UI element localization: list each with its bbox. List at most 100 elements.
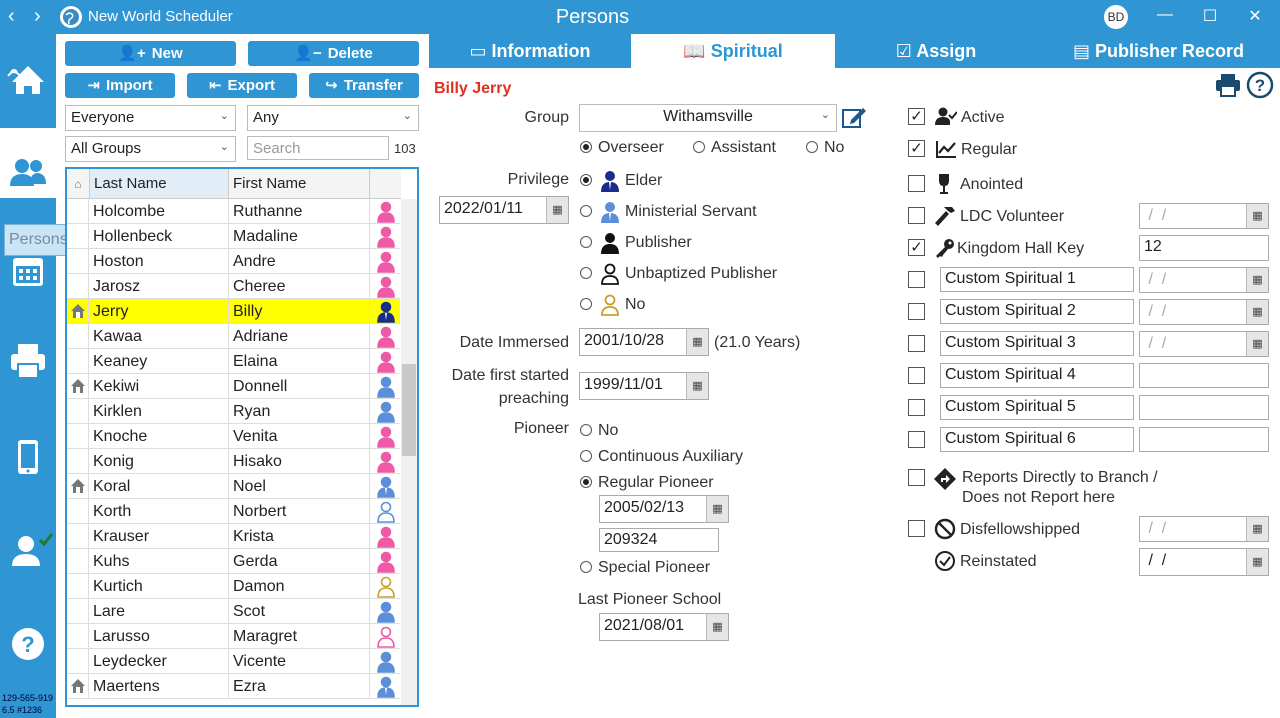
sidebar-item-persons[interactable] xyxy=(0,128,56,198)
sidebar-item-print[interactable] xyxy=(0,332,56,402)
kh-key-checkbox[interactable]: ✓ xyxy=(908,239,925,256)
disfellowshipped-checkbox[interactable] xyxy=(908,520,925,537)
custom-spiritual-date-field[interactable]: / / ▦ xyxy=(1139,267,1269,293)
custom-spiritual-name-field[interactable]: Custom Spiritual 5 xyxy=(940,395,1134,420)
table-row[interactable]: Korth Norbert xyxy=(67,499,400,524)
pioneer-date-field[interactable]: 2005/02/13 ▦ xyxy=(599,495,729,523)
table-row[interactable]: Kurtich Damon xyxy=(67,574,400,599)
custom-spiritual-name-field[interactable]: Custom Spiritual 3 xyxy=(940,331,1134,356)
table-row[interactable]: Krauser Krista xyxy=(67,524,400,549)
privilege-no-radio[interactable] xyxy=(580,298,592,310)
overseer-radio[interactable] xyxy=(580,141,592,153)
custom-spiritual-name-field[interactable]: Custom Spiritual 1 xyxy=(940,267,1134,292)
table-row[interactable]: Larusso Maragret xyxy=(67,624,400,649)
table-row[interactable]: Maertens Ezra xyxy=(67,674,400,699)
custom-spiritual-checkbox[interactable] xyxy=(908,367,925,384)
tab-spiritual[interactable]: 📖 Spiritual xyxy=(631,34,835,68)
table-row[interactable]: Kirklen Ryan xyxy=(67,399,400,424)
sidebar-item-mobile[interactable] xyxy=(0,426,56,496)
maximize-button[interactable]: ☐ xyxy=(1195,6,1225,26)
first-name-header[interactable]: First Name xyxy=(229,169,370,199)
custom-spiritual-name-field[interactable]: Custom Spiritual 6 xyxy=(940,427,1134,452)
custom-spiritual-value-field[interactable] xyxy=(1139,427,1269,452)
sidebar-item-home[interactable] xyxy=(0,46,56,116)
print-icon[interactable] xyxy=(1214,72,1242,102)
type-column-header[interactable] xyxy=(370,169,401,199)
calendar-icon[interactable]: ▦ xyxy=(1246,332,1268,356)
close-button[interactable]: ✕ xyxy=(1240,6,1270,26)
table-row[interactable]: Lare Scot xyxy=(67,599,400,624)
calendar-icon[interactable]: ▦ xyxy=(686,373,708,399)
table-row[interactable]: Hollenbeck Madaline xyxy=(67,224,400,249)
special-pioneer-radio[interactable] xyxy=(580,561,592,573)
custom-spiritual-date-field[interactable]: / / ▦ xyxy=(1139,331,1269,357)
pioneer-school-date-field[interactable]: 2021/08/01 ▦ xyxy=(599,613,729,641)
publisher-radio[interactable] xyxy=(580,236,592,248)
table-row[interactable]: Kekiwi Donnell xyxy=(67,374,400,399)
delete-button[interactable]: 👤− Delete xyxy=(248,41,419,66)
minimize-button[interactable]: — xyxy=(1150,6,1180,24)
table-row[interactable]: Keaney Elaina xyxy=(67,349,400,374)
tab-publisher-record[interactable]: ▤ Publisher Record xyxy=(1037,34,1280,68)
group-filter-select[interactable]: All Groups ⌄ xyxy=(65,136,236,162)
anointed-checkbox[interactable] xyxy=(908,175,925,192)
regular-checkbox[interactable]: ✓ xyxy=(908,140,925,157)
search-input[interactable]: Search xyxy=(247,136,389,160)
help-icon[interactable]: ? xyxy=(1246,71,1274,103)
reports-branch-checkbox[interactable] xyxy=(908,469,925,486)
table-row[interactable]: Hoston Andre xyxy=(67,249,400,274)
reinstated-date-field[interactable]: / / ▦ xyxy=(1139,548,1269,576)
custom-spiritual-value-field[interactable] xyxy=(1139,395,1269,420)
table-row[interactable]: Konig Hisako xyxy=(67,449,400,474)
elder-radio[interactable] xyxy=(580,174,592,186)
custom-spiritual-name-field[interactable]: Custom Spiritual 4 xyxy=(940,363,1134,388)
regular-pioneer-radio[interactable] xyxy=(580,476,592,488)
table-row[interactable]: Knoche Venita xyxy=(67,424,400,449)
privilege-date-field[interactable]: 2022/01/11 ▦ xyxy=(439,196,569,224)
calendar-icon[interactable]: ▦ xyxy=(686,329,708,355)
pioneer-no-radio[interactable] xyxy=(580,424,592,436)
calendar-icon[interactable]: ▦ xyxy=(1246,204,1268,228)
table-row[interactable]: Kawaa Adriane xyxy=(67,324,400,349)
sidebar-item-users[interactable] xyxy=(0,520,56,590)
assistant-radio[interactable] xyxy=(693,141,705,153)
calendar-icon[interactable]: ▦ xyxy=(706,614,728,640)
ldc-date-field[interactable]: / / ▦ xyxy=(1139,203,1269,229)
tab-assign[interactable]: ☑ Assign xyxy=(835,34,1037,68)
custom-spiritual-checkbox[interactable] xyxy=(908,271,925,288)
ldc-checkbox[interactable] xyxy=(908,207,925,224)
import-button[interactable]: ⇥ Import xyxy=(65,73,175,98)
table-row[interactable]: Jerry Billy xyxy=(67,299,400,324)
sidebar-item-help[interactable]: ? xyxy=(0,614,56,684)
calendar-icon[interactable]: ▦ xyxy=(1246,300,1268,324)
table-row[interactable]: Jarosz Cheree xyxy=(67,274,400,299)
role-no-radio[interactable] xyxy=(806,141,818,153)
custom-spiritual-date-field[interactable]: / / ▦ xyxy=(1139,299,1269,325)
table-row[interactable]: Koral Noel xyxy=(67,474,400,499)
custom-spiritual-value-field[interactable] xyxy=(1139,363,1269,388)
calendar-icon[interactable]: ▦ xyxy=(546,197,568,223)
table-row[interactable]: Kuhs Gerda xyxy=(67,549,400,574)
active-checkbox[interactable]: ✓ xyxy=(908,108,925,125)
filter-who-select[interactable]: Everyone ⌄ xyxy=(65,105,236,131)
immersed-date-field[interactable]: 2001/10/28 ▦ xyxy=(579,328,709,356)
pioneer-number-field[interactable]: 209324 xyxy=(599,528,719,552)
calendar-icon[interactable]: ▦ xyxy=(1246,549,1268,575)
started-date-field[interactable]: 1999/11/01 ▦ xyxy=(579,372,709,400)
filter-any-select[interactable]: Any ⌄ xyxy=(247,105,419,131)
disfellowshipped-date-field[interactable]: / / ▦ xyxy=(1139,516,1269,542)
scrollbar[interactable] xyxy=(401,199,417,705)
export-button[interactable]: ⇤ Export xyxy=(187,73,297,98)
custom-spiritual-name-field[interactable]: Custom Spiritual 2 xyxy=(940,299,1134,324)
new-button[interactable]: 👤+ New xyxy=(65,41,236,66)
custom-spiritual-checkbox[interactable] xyxy=(908,303,925,320)
kh-key-field[interactable]: 12 xyxy=(1139,235,1269,261)
unbaptized-radio[interactable] xyxy=(580,267,592,279)
home-column-header[interactable]: ⌂ xyxy=(67,169,89,199)
custom-spiritual-checkbox[interactable] xyxy=(908,335,925,352)
edit-icon[interactable] xyxy=(841,105,867,133)
custom-spiritual-checkbox[interactable] xyxy=(908,399,925,416)
ms-radio[interactable] xyxy=(580,205,592,217)
transfer-button[interactable]: ↪ Transfer xyxy=(309,73,419,98)
calendar-icon[interactable]: ▦ xyxy=(1246,268,1268,292)
